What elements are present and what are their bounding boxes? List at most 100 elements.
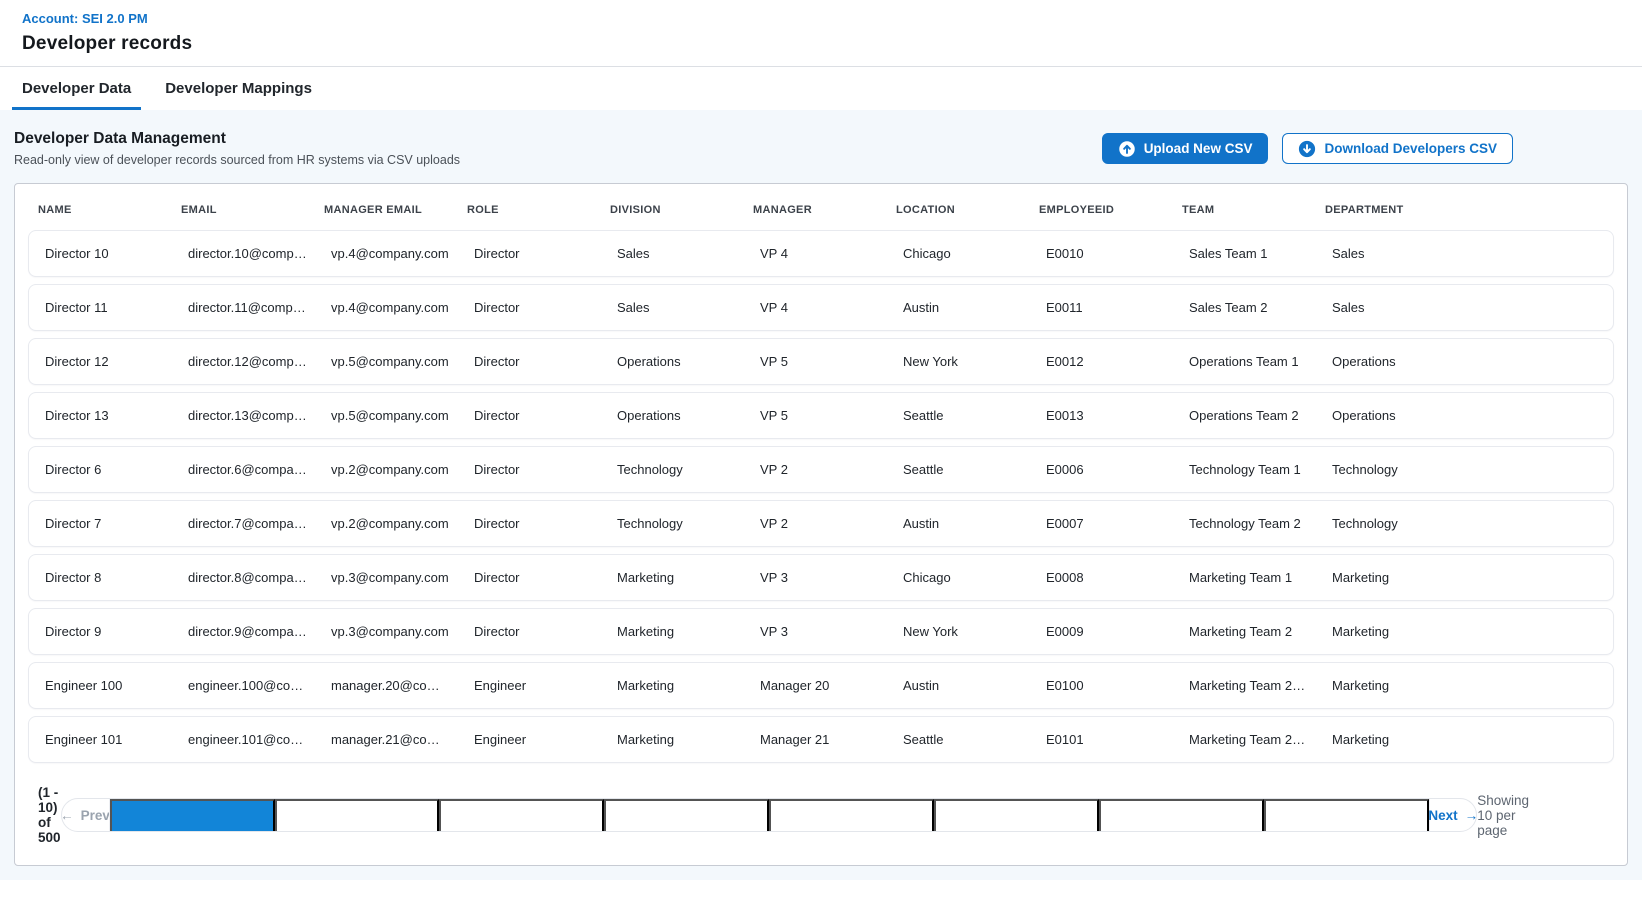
- cell-team: Sales Team 2: [1173, 300, 1316, 315]
- tab-bar: Developer Data Developer Mappings: [0, 66, 1642, 110]
- cell-manager-email: manager.21@compa...: [315, 732, 458, 747]
- page-title: Developer records: [22, 33, 1620, 55]
- upload-circle-icon: [1118, 140, 1136, 158]
- cell-role: Director: [458, 300, 601, 315]
- table-header-row: NAMEEMAILMANAGER EMAILROLEDIVISIONMANAGE…: [28, 196, 1614, 230]
- upload-new-csv-button[interactable]: Upload New CSV: [1102, 133, 1269, 164]
- developer-table-card: NAMEEMAILMANAGER EMAILROLEDIVISIONMANAGE…: [14, 183, 1628, 866]
- page-button-4[interactable]: 4: [604, 799, 769, 832]
- right-arrow-icon: →: [1465, 808, 1478, 823]
- table-row: Director 10 director.10@compan... vp.4@c…: [28, 230, 1614, 277]
- cell-team: Technology Team 2: [1173, 516, 1316, 531]
- cell-division: Sales: [601, 246, 744, 261]
- cell-email: director.11@compan...: [172, 300, 315, 315]
- cell-location: New York: [887, 354, 1030, 369]
- table-body: Director 10 director.10@compan... vp.4@c…: [28, 230, 1614, 763]
- cell-name: Director 7: [29, 516, 172, 531]
- page-button-1[interactable]: 1: [110, 799, 275, 832]
- cell-department: Operations: [1316, 354, 1459, 369]
- column-header: LOCATION: [886, 204, 1029, 216]
- action-buttons: Upload New CSV Download Developers CSV: [1102, 133, 1513, 164]
- cell-name: Director 6: [29, 462, 172, 477]
- cell-team: Operations Team 1: [1173, 354, 1316, 369]
- cell-manager-email: manager.20@compa...: [315, 678, 458, 693]
- download-button-label: Download Developers CSV: [1324, 141, 1497, 156]
- cell-team: Marketing Team 1: [1173, 570, 1316, 585]
- cell-email: director.6@company....: [172, 462, 315, 477]
- cell-division: Marketing: [601, 624, 744, 639]
- cell-manager-email: vp.3@company.com: [315, 624, 458, 639]
- cell-email: director.13@compan...: [172, 408, 315, 423]
- section-titles: Developer Data Management Read-only view…: [14, 130, 460, 167]
- cell-department: Sales: [1316, 246, 1459, 261]
- section-header: Developer Data Management Read-only view…: [14, 124, 1628, 183]
- cell-manager: VP 2: [744, 462, 887, 477]
- cell-name: Director 13: [29, 408, 172, 423]
- cell-department: Technology: [1316, 516, 1459, 531]
- table-row: Director 13 director.13@compan... vp.5@c…: [28, 392, 1614, 439]
- cell-name: Director 8: [29, 570, 172, 585]
- cell-email: engineer.100@comp...: [172, 678, 315, 693]
- left-arrow-icon: ←: [61, 808, 74, 823]
- cell-manager: VP 5: [744, 354, 887, 369]
- tab-developer-mappings[interactable]: Developer Mappings: [155, 67, 322, 110]
- cell-division: Marketing: [601, 570, 744, 585]
- page-button-5[interactable]: 5: [769, 799, 934, 832]
- cell-team: Marketing Team 2 Su...: [1173, 732, 1316, 747]
- cell-email: engineer.101@comp...: [172, 732, 315, 747]
- cell-location: Austin: [887, 516, 1030, 531]
- cell-location: Seattle: [887, 462, 1030, 477]
- cell-division: Technology: [601, 516, 744, 531]
- cell-department: Marketing: [1316, 678, 1459, 693]
- cell-division: Operations: [601, 408, 744, 423]
- cell-employeeid: E0012: [1030, 354, 1173, 369]
- upload-button-label: Upload New CSV: [1144, 141, 1253, 156]
- cell-employeeid: E0100: [1030, 678, 1173, 693]
- cell-role: Director: [458, 624, 601, 639]
- tab-developer-data[interactable]: Developer Data: [12, 67, 141, 110]
- cell-manager: VP 2: [744, 516, 887, 531]
- column-header: MANAGER: [743, 204, 886, 216]
- cell-email: director.8@company....: [172, 570, 315, 585]
- cell-manager: VP 3: [744, 570, 887, 585]
- column-header: NAME: [28, 204, 171, 216]
- cell-name: Director 11: [29, 300, 172, 315]
- cell-location: Seattle: [887, 732, 1030, 747]
- results-range-text: (1 - 10) of 500: [38, 785, 61, 845]
- cell-location: Chicago: [887, 570, 1030, 585]
- cell-email: director.12@compan...: [172, 354, 315, 369]
- cell-team: Marketing Team 2 Su...: [1173, 678, 1316, 693]
- page-button-3[interactable]: 3: [439, 799, 604, 832]
- cell-manager-email: vp.4@company.com: [315, 246, 458, 261]
- page-button-50[interactable]: 50: [1264, 799, 1429, 832]
- cell-role: Engineer: [458, 732, 601, 747]
- page-button-2[interactable]: 2: [275, 799, 440, 832]
- column-header: DEPARTMENT: [1315, 204, 1458, 216]
- cell-email: director.10@compan...: [172, 246, 315, 261]
- cell-employeeid: E0007: [1030, 516, 1173, 531]
- cell-manager-email: vp.3@company.com: [315, 570, 458, 585]
- cell-location: Austin: [887, 678, 1030, 693]
- cell-division: Sales: [601, 300, 744, 315]
- next-page-button[interactable]: Next →: [1429, 799, 1476, 831]
- cell-manager-email: vp.2@company.com: [315, 516, 458, 531]
- cell-manager: Manager 20: [744, 678, 887, 693]
- prev-page-button[interactable]: ← Prev: [62, 799, 109, 831]
- cell-division: Marketing: [601, 678, 744, 693]
- cell-name: Engineer 100: [29, 678, 172, 693]
- cell-name: Engineer 101: [29, 732, 172, 747]
- page-header: Account: SEI 2.0 PM Developer records: [0, 0, 1642, 66]
- cell-manager-email: vp.5@company.com: [315, 408, 458, 423]
- cell-division: Marketing: [601, 732, 744, 747]
- cell-team: Technology Team 1: [1173, 462, 1316, 477]
- download-developers-csv-button[interactable]: Download Developers CSV: [1282, 133, 1513, 164]
- table-row: Director 11 director.11@compan... vp.4@c…: [28, 284, 1614, 331]
- cell-employeeid: E0011: [1030, 300, 1173, 315]
- cell-name: Director 9: [29, 624, 172, 639]
- table-row: Director 9 director.9@company.... vp.3@c…: [28, 608, 1614, 655]
- cell-location: New York: [887, 624, 1030, 639]
- table-row: Engineer 101 engineer.101@comp... manage…: [28, 716, 1614, 763]
- cell-role: Director: [458, 246, 601, 261]
- account-link[interactable]: Account: SEI 2.0 PM: [22, 11, 148, 26]
- page-button-49[interactable]: 49: [1099, 799, 1264, 832]
